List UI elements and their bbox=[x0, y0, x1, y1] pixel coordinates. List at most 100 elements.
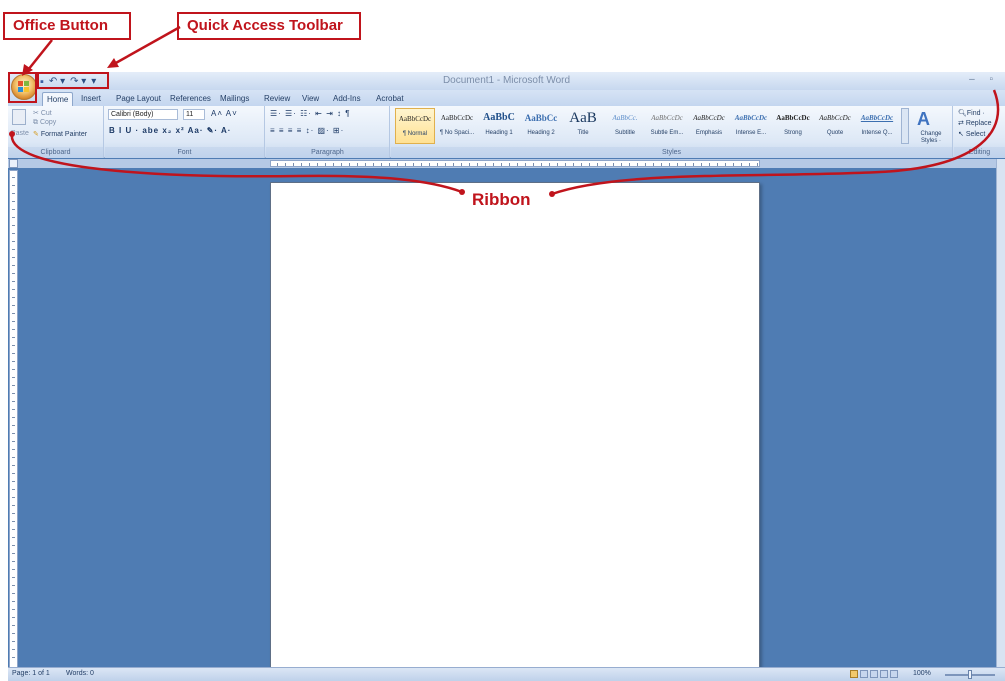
find-label: Find · bbox=[966, 110, 985, 117]
draft-icon[interactable] bbox=[890, 670, 898, 678]
style-emphasis[interactable]: AaBbCcDc Emphasis bbox=[689, 108, 729, 144]
style-preview: AaBbCcDc bbox=[860, 114, 894, 122]
cut-button[interactable]: ✂ Cut bbox=[33, 109, 52, 117]
find-button[interactable]: 🔍︎Find · bbox=[958, 109, 985, 117]
style-quote[interactable]: AaBbCcDc Quote bbox=[815, 108, 855, 144]
vertical-scrollbar[interactable] bbox=[996, 159, 1005, 667]
style-subtle-emphasis[interactable]: AaBbCcDc Subtle Em... bbox=[647, 108, 687, 144]
style-name: Heading 2 bbox=[527, 130, 555, 136]
ruler-tick bbox=[12, 553, 15, 554]
style-no-spacing[interactable]: AaBbCcDc ¶ No Spaci... bbox=[437, 108, 477, 144]
save-icon[interactable]: ▪ bbox=[40, 76, 44, 88]
style-subtitle[interactable]: AaBbCc. Subtitle bbox=[605, 108, 645, 144]
tab-view[interactable]: View bbox=[298, 92, 323, 106]
tab-home[interactable]: Home bbox=[42, 92, 74, 106]
styles-group: AaBbCcDc ¶ Normal AaBbCcDc ¶ No Spaci... A… bbox=[391, 106, 953, 158]
style-strong[interactable]: AaBbCcDc Strong bbox=[773, 108, 813, 144]
tab-add-ins[interactable]: Add-Ins bbox=[329, 92, 365, 106]
ruler-tick bbox=[12, 209, 15, 210]
format-painter-button[interactable]: ✎ Format Painter bbox=[33, 130, 87, 138]
style-name: Strong bbox=[784, 130, 802, 136]
style-preview: AaBbCcDc bbox=[776, 114, 810, 122]
ruler-tick bbox=[12, 337, 15, 338]
zoom-slider-thumb[interactable] bbox=[968, 670, 972, 679]
style-intense-emphasis[interactable]: AaBbCcDc Intense E... bbox=[731, 108, 771, 144]
ruler-tick bbox=[12, 289, 15, 290]
ruler-tick bbox=[373, 163, 374, 166]
alignment-buttons[interactable]: ≡ ≡ ≡ ≡ ↕· ▨· ⊞· bbox=[270, 126, 344, 135]
window-controls[interactable]: – ▫ bbox=[969, 74, 999, 85]
ruler-tick bbox=[493, 163, 494, 166]
ruler-tick bbox=[277, 163, 278, 166]
list-indent-buttons[interactable]: ☰· ☰· ☷· ⇤ ⇥ ↕ ¶ bbox=[270, 109, 351, 118]
full-screen-reading-icon[interactable] bbox=[860, 670, 868, 678]
style-normal[interactable]: AaBbCcDc ¶ Normal bbox=[395, 108, 435, 144]
tab-page-layout[interactable]: Page Layout bbox=[112, 92, 165, 106]
paste-icon[interactable] bbox=[12, 109, 26, 125]
style-preview: AaBbCcDc bbox=[819, 114, 851, 122]
copy-button[interactable]: ⧉ Copy bbox=[33, 119, 56, 127]
ruler-tick bbox=[749, 163, 750, 166]
select-button[interactable]: ↖ Select · bbox=[958, 130, 990, 138]
qat-arrow-head bbox=[107, 58, 119, 68]
font-group: Calibri (Body) 11 A˄ A˅ B I U · abe x₂ x… bbox=[105, 106, 265, 158]
ruler-tick bbox=[12, 457, 15, 458]
copy-label: Copy bbox=[39, 119, 57, 126]
format-painter-label: Format Painter bbox=[40, 131, 88, 138]
ruler-tick bbox=[453, 163, 454, 166]
ruler-tick bbox=[525, 163, 526, 166]
document-page[interactable] bbox=[270, 182, 760, 681]
tab-insert[interactable]: Insert bbox=[77, 92, 105, 106]
ruler-tick bbox=[437, 163, 438, 166]
window-title: Document1 - Microsoft Word bbox=[442, 75, 571, 86]
ruler-tick bbox=[12, 449, 15, 450]
font-size-box[interactable]: 11 bbox=[183, 109, 205, 120]
ruler-tick bbox=[12, 513, 15, 514]
ruler-tick bbox=[12, 417, 15, 418]
tab-review[interactable]: Review bbox=[260, 92, 294, 106]
office-button-callout: Office Button bbox=[3, 12, 131, 40]
ruler-tick bbox=[661, 163, 662, 166]
styles-scroll[interactable] bbox=[901, 108, 909, 144]
font-format-buttons[interactable]: B I U · abe x₂ x² Aa· ✎· A· bbox=[109, 126, 231, 135]
cut-icon: ✂ bbox=[33, 110, 41, 117]
replace-button[interactable]: ⇄ Replace bbox=[958, 119, 992, 127]
ruler-tick bbox=[597, 163, 598, 166]
redo-icon[interactable]: ↷ ▾ bbox=[70, 76, 86, 88]
quick-access-toolbar-callout: Quick Access Toolbar bbox=[177, 12, 361, 40]
tab-references[interactable]: References bbox=[166, 92, 215, 106]
style-title[interactable]: AaB Title bbox=[563, 108, 603, 144]
style-preview: AaBbCcDc bbox=[693, 114, 725, 122]
style-heading-1[interactable]: AaBbC Heading 1 bbox=[479, 108, 519, 144]
ruler-tick bbox=[605, 163, 606, 166]
tab-acrobat[interactable]: Acrobat bbox=[372, 92, 408, 106]
grow-shrink-font-buttons[interactable]: A˄ A˅ bbox=[211, 109, 238, 118]
print-layout-icon[interactable] bbox=[850, 670, 858, 678]
ruler-tick bbox=[12, 633, 15, 634]
ruler-tick bbox=[581, 163, 582, 166]
font-name-box[interactable]: Calibri (Body) bbox=[108, 109, 178, 120]
tab-selector[interactable] bbox=[9, 159, 18, 168]
clipboard-label: Clipboard bbox=[8, 147, 103, 158]
ruler-tick bbox=[12, 305, 15, 306]
vertical-ruler[interactable] bbox=[9, 170, 18, 668]
outline-icon[interactable] bbox=[880, 670, 888, 678]
ruler-tick bbox=[12, 473, 15, 474]
undo-icon[interactable]: ↶ ▾ bbox=[49, 76, 65, 88]
ruler-tick bbox=[285, 163, 286, 166]
paste-button[interactable]: Paste bbox=[11, 130, 29, 137]
editing-group: 🔍︎Find · ⇄ Replace ↖ Select · Editing bbox=[954, 106, 1005, 158]
style-intense-quote[interactable]: AaBbCcDc Intense Q... bbox=[857, 108, 897, 144]
customize-qat-icon[interactable]: ▾ bbox=[91, 76, 96, 88]
change-styles-button[interactable]: Change Styles · bbox=[913, 131, 949, 145]
ruler-tick bbox=[12, 233, 15, 234]
style-heading-2[interactable]: AaBbCc Heading 2 bbox=[521, 108, 561, 144]
tab-mailings[interactable]: Mailings bbox=[216, 92, 253, 106]
page-count[interactable]: Page: 1 of 1 bbox=[12, 670, 50, 677]
office-button[interactable] bbox=[11, 74, 37, 100]
web-layout-icon[interactable] bbox=[870, 670, 878, 678]
word-count[interactable]: Words: 0 bbox=[66, 670, 94, 677]
horizontal-ruler[interactable] bbox=[270, 160, 760, 167]
zoom-level[interactable]: 100% bbox=[913, 670, 931, 677]
ruler-tick bbox=[12, 593, 15, 594]
